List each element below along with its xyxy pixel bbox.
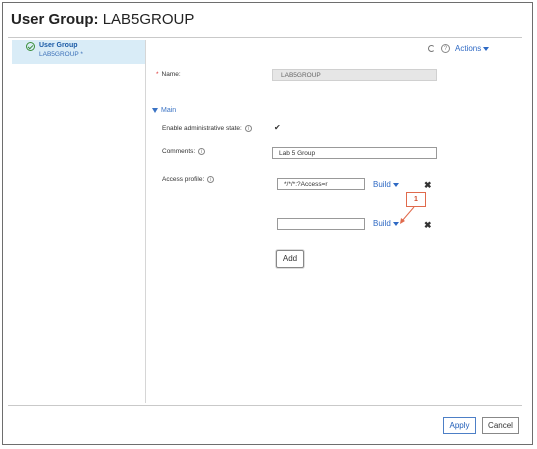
name-field: LAB5GROUP <box>272 69 437 81</box>
footer-divider <box>8 405 522 406</box>
name-label-text: Name: <box>161 71 181 78</box>
callout-badge: 1 <box>406 192 426 207</box>
refresh-icon[interactable] <box>428 45 435 52</box>
chevron-down-icon <box>483 46 490 51</box>
access-profile-label-text: Access profile: <box>162 176 205 184</box>
enable-admin-label: Enable administrative state: i <box>162 125 252 132</box>
actions-menu[interactable]: Actions <box>455 44 490 53</box>
access-profile-input[interactable] <box>277 218 365 230</box>
build-label: Build <box>373 219 391 228</box>
access-profile-input[interactable]: */*/*:?Access=r <box>277 178 365 190</box>
title-divider <box>8 37 522 38</box>
sidebar-item-sublabel: LAB5GROUP * <box>39 51 83 58</box>
check-circle-icon <box>26 42 35 51</box>
required-marker: * <box>156 71 159 78</box>
remove-icon[interactable]: ✖ <box>424 220 432 231</box>
access-profile-label: Access profile: i <box>162 176 215 184</box>
chevron-down-icon <box>392 221 399 226</box>
actions-label: Actions <box>455 44 482 53</box>
info-icon[interactable]: i <box>198 148 206 155</box>
comments-label-text: Comments: <box>162 148 196 156</box>
enable-admin-label-text: Enable administrative state: <box>162 125 242 133</box>
sidebar-item-label: User Group <box>39 42 78 49</box>
cancel-button[interactable]: Cancel <box>482 417 519 434</box>
remove-icon[interactable]: ✖ <box>424 180 432 191</box>
title-prefix: User Group: <box>11 11 99 28</box>
build-label: Build <box>373 180 391 189</box>
caret-down-icon <box>152 107 158 113</box>
sidebar: User Group LAB5GROUP * <box>12 40 146 403</box>
main-section-label: Main <box>161 107 177 114</box>
comments-input[interactable]: Lab 5 Group <box>272 147 437 159</box>
info-icon[interactable]: i <box>207 176 215 183</box>
build-dropdown[interactable]: Build <box>373 180 399 189</box>
info-icon[interactable]: i <box>244 125 252 132</box>
help-icon[interactable]: ? <box>441 44 450 53</box>
sidebar-item-user-group[interactable]: User Group LAB5GROUP * <box>12 40 145 64</box>
page-title: User Group: LAB5GROUP <box>11 11 194 28</box>
chevron-down-icon <box>392 182 399 187</box>
name-label: * Name: <box>156 71 181 78</box>
add-button[interactable]: Add <box>276 250 304 268</box>
comments-label: Comments: i <box>162 148 206 156</box>
title-name: LAB5GROUP <box>102 11 195 28</box>
build-dropdown[interactable]: Build <box>373 219 399 228</box>
enable-admin-checkbox[interactable]: ✔ <box>274 124 282 132</box>
apply-button[interactable]: Apply <box>443 417 476 434</box>
main-section-toggle[interactable]: Main <box>152 107 176 114</box>
